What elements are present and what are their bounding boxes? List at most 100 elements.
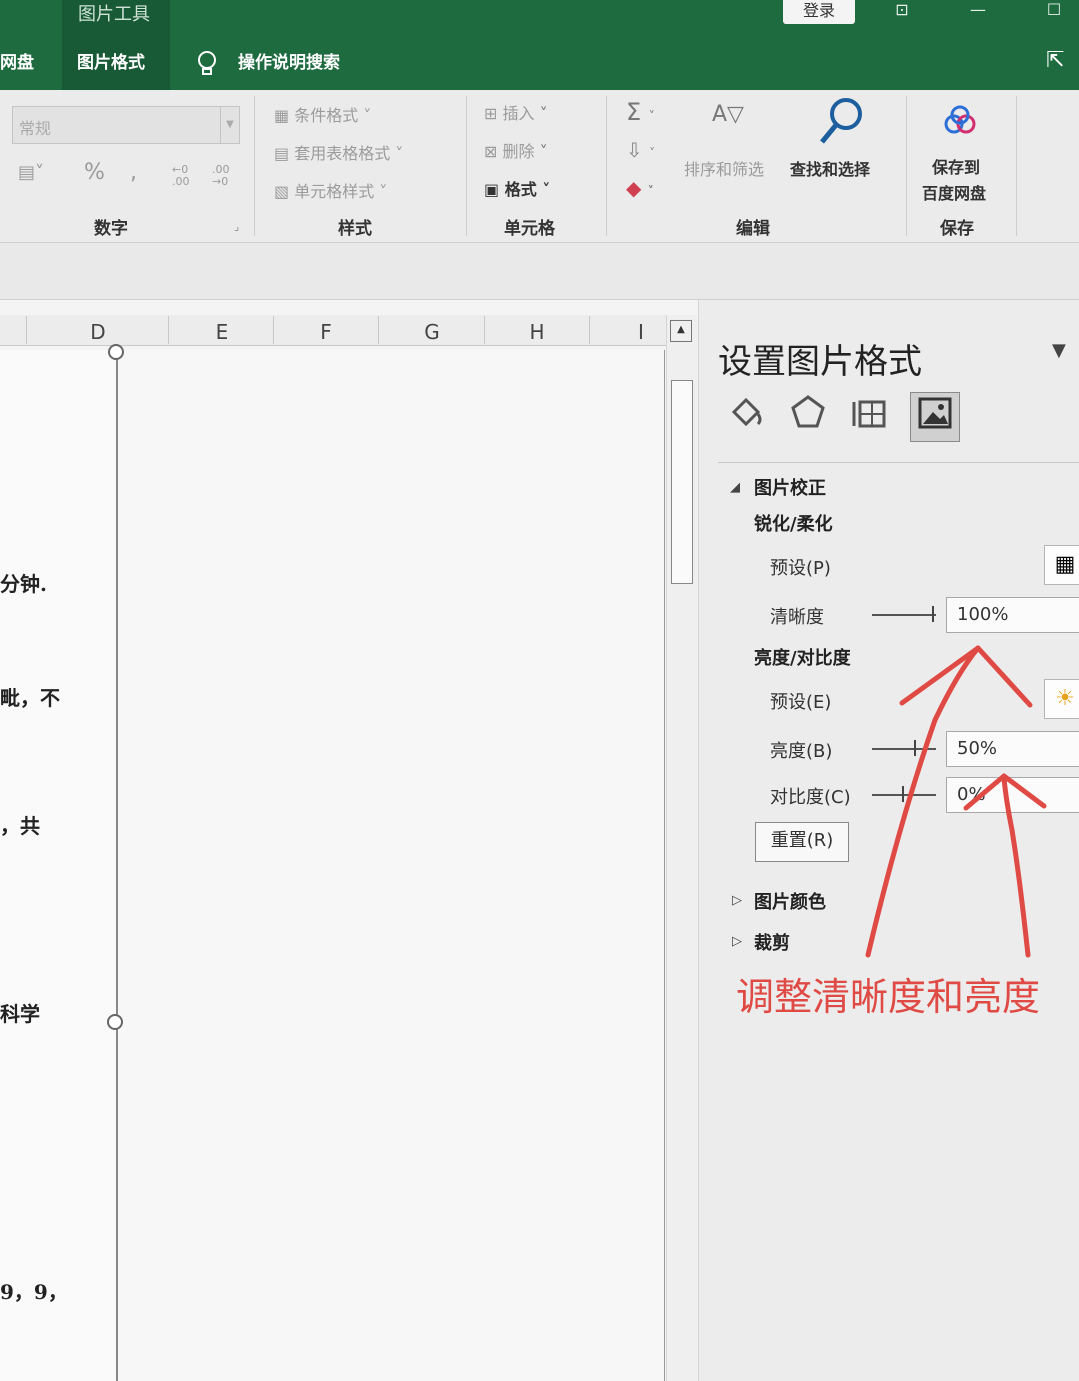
column-header-g[interactable]: G [412, 320, 452, 344]
conditional-format-label: 条件格式 [294, 106, 359, 125]
maximize-icon[interactable]: ☐ [1040, 0, 1068, 24]
expanded-caret-icon[interactable]: ◢ [730, 480, 740, 495]
column-divider [26, 316, 27, 344]
cell-styles-button[interactable]: ▧ 单元格样式 ˅ [274, 178, 387, 202]
brightness-input[interactable]: 50% [946, 731, 1079, 767]
section-picture-correction[interactable]: 图片校正 [754, 474, 826, 500]
reset-button[interactable]: 重置(R) [755, 822, 849, 862]
lightbulb-icon [196, 50, 218, 82]
login-button[interactable]: 登录 [783, 0, 855, 24]
chevron-down-icon: ▼ [220, 107, 239, 143]
find-select-label[interactable]: 查找和选择 [790, 156, 870, 180]
column-header-f[interactable]: F [306, 320, 346, 344]
resize-handle-right[interactable] [107, 1014, 123, 1030]
picture-text-line: 9，9， [0, 1280, 68, 1304]
contrast-slider[interactable] [872, 794, 936, 796]
delete-button[interactable]: ⊠ 删除 ˅ [484, 138, 548, 162]
ribbon-display-icon[interactable]: ⊡ [888, 0, 916, 24]
insert-icon: ⊞ [484, 104, 503, 123]
sharpness-value: 100% [957, 604, 1009, 625]
tell-me-search[interactable]: 操作说明搜索 [238, 48, 340, 86]
section-picture-color[interactable]: 图片颜色 [754, 888, 826, 914]
collapsed-caret-icon[interactable]: ▷ [732, 934, 742, 949]
group-label-number: 数字 [94, 219, 128, 239]
delete-label: 删除 [502, 142, 535, 161]
column-divider [273, 316, 274, 344]
sort-filter-icon[interactable]: A▽ [712, 102, 744, 127]
picture-tab-icon[interactable] [910, 392, 960, 442]
baidu-cloud-icon [940, 104, 980, 142]
picture-tools-title: 图片工具 [78, 4, 150, 25]
group-label-cells: 单元格 [504, 219, 555, 239]
minimize-icon[interactable]: — [964, 0, 992, 24]
resize-handle-top-right[interactable] [108, 344, 124, 360]
tab-netdisk[interactable]: 网盘 [0, 48, 34, 86]
scroll-up-arrow-icon[interactable]: ▲ [670, 320, 692, 342]
number-format-value: 常规 [19, 119, 52, 138]
column-header-e[interactable]: E [202, 320, 242, 344]
fill-line-tab-icon[interactable] [722, 392, 770, 440]
picture-text-line: 科学 [0, 1002, 40, 1026]
save-to-baidu-line2[interactable]: 百度网盘 [922, 180, 986, 204]
tab-picture-format[interactable]: 图片格式 [77, 48, 145, 73]
column-divider [589, 316, 590, 344]
number-format-dropdown[interactable]: 常规 ▼ [12, 106, 240, 144]
group-separator [254, 96, 255, 236]
group-separator [906, 96, 907, 236]
sharpness-label: 清晰度 [770, 607, 824, 628]
format-button[interactable]: ▣ 格式 ˅ [484, 176, 550, 200]
increase-decimal-button[interactable]: ←0 .00 [172, 164, 200, 188]
brightness-label: 亮度(B) [770, 741, 833, 762]
pane-options-chevron-icon[interactable]: ▼ [1052, 340, 1066, 361]
format-label: 格式 [504, 180, 537, 199]
autosum-icon[interactable]: Σ ˅ [626, 98, 655, 126]
picture-text-line: 分钟. [0, 572, 47, 596]
size-properties-tab-icon[interactable] [846, 392, 894, 440]
cell-style-icon: ▧ [274, 182, 295, 201]
scroll-thumb[interactable] [671, 380, 693, 584]
column-divider [378, 316, 379, 344]
currency-format-icon[interactable]: ▤˅ [18, 162, 44, 183]
group-label-editing: 编辑 [736, 219, 770, 239]
selected-picture[interactable] [0, 350, 118, 1381]
collapsed-caret-icon[interactable]: ▷ [732, 893, 742, 908]
sort-filter-label[interactable]: 排序和筛选 [684, 156, 764, 180]
sharpness-input[interactable]: 100% [946, 597, 1079, 633]
column-header-h[interactable]: H [517, 320, 557, 344]
brightness-value: 50% [957, 738, 998, 759]
column-header-i[interactable]: I [621, 320, 661, 344]
brightness-slider[interactable] [872, 748, 936, 750]
section-crop[interactable]: 裁剪 [754, 929, 790, 955]
brightness-slider-thumb[interactable] [914, 740, 916, 756]
clear-eraser-icon[interactable]: ◆ ˅ [626, 176, 654, 200]
fill-icon[interactable]: ⇩ ˅ [626, 138, 655, 162]
find-magnifier-icon[interactable] [818, 96, 866, 150]
brightness-preset-button[interactable]: ☀ [1044, 679, 1079, 719]
format-icon: ▣ [484, 180, 505, 199]
picture-text-line: ，共 [0, 814, 40, 838]
conditional-format-button[interactable]: ▦ 条件格式 ˅ [274, 102, 371, 126]
preset-p-label: 预设(P) [770, 558, 831, 579]
picture-text-line: 毗，不 [0, 686, 60, 710]
effects-pentagon-tab-icon[interactable] [784, 392, 832, 440]
contrast-input[interactable]: 0% [946, 777, 1079, 813]
group-separator [1016, 96, 1017, 236]
insert-button[interactable]: ⊞ 插入 ˅ [484, 100, 548, 124]
sharpness-slider[interactable] [872, 614, 936, 616]
formula-bar-area [0, 243, 1079, 300]
sharpen-preset-button[interactable]: ▦ [1044, 545, 1079, 585]
contrast-value: 0% [957, 784, 986, 805]
decrease-decimal-button[interactable]: .00 →0 [212, 164, 240, 188]
column-header-d[interactable]: D [78, 320, 118, 344]
percent-button[interactable]: % [84, 160, 105, 185]
contrast-slider-thumb[interactable] [902, 786, 904, 802]
cell-grid[interactable] [118, 350, 665, 1381]
dialog-launcher-icon[interactable]: ⌟ [234, 220, 239, 233]
share-pointer-icon[interactable]: ⇱ [1046, 48, 1064, 73]
comma-button[interactable]: , [130, 160, 137, 185]
sharpness-slider-thumb[interactable] [932, 606, 934, 622]
conditional-format-icon: ▦ [274, 106, 295, 125]
save-to-baidu-line1[interactable]: 保存到 [932, 154, 980, 178]
sun-icon: ☀ [1055, 686, 1075, 711]
format-as-table-button[interactable]: ▤ 套用表格格式 ˅ [274, 140, 403, 164]
